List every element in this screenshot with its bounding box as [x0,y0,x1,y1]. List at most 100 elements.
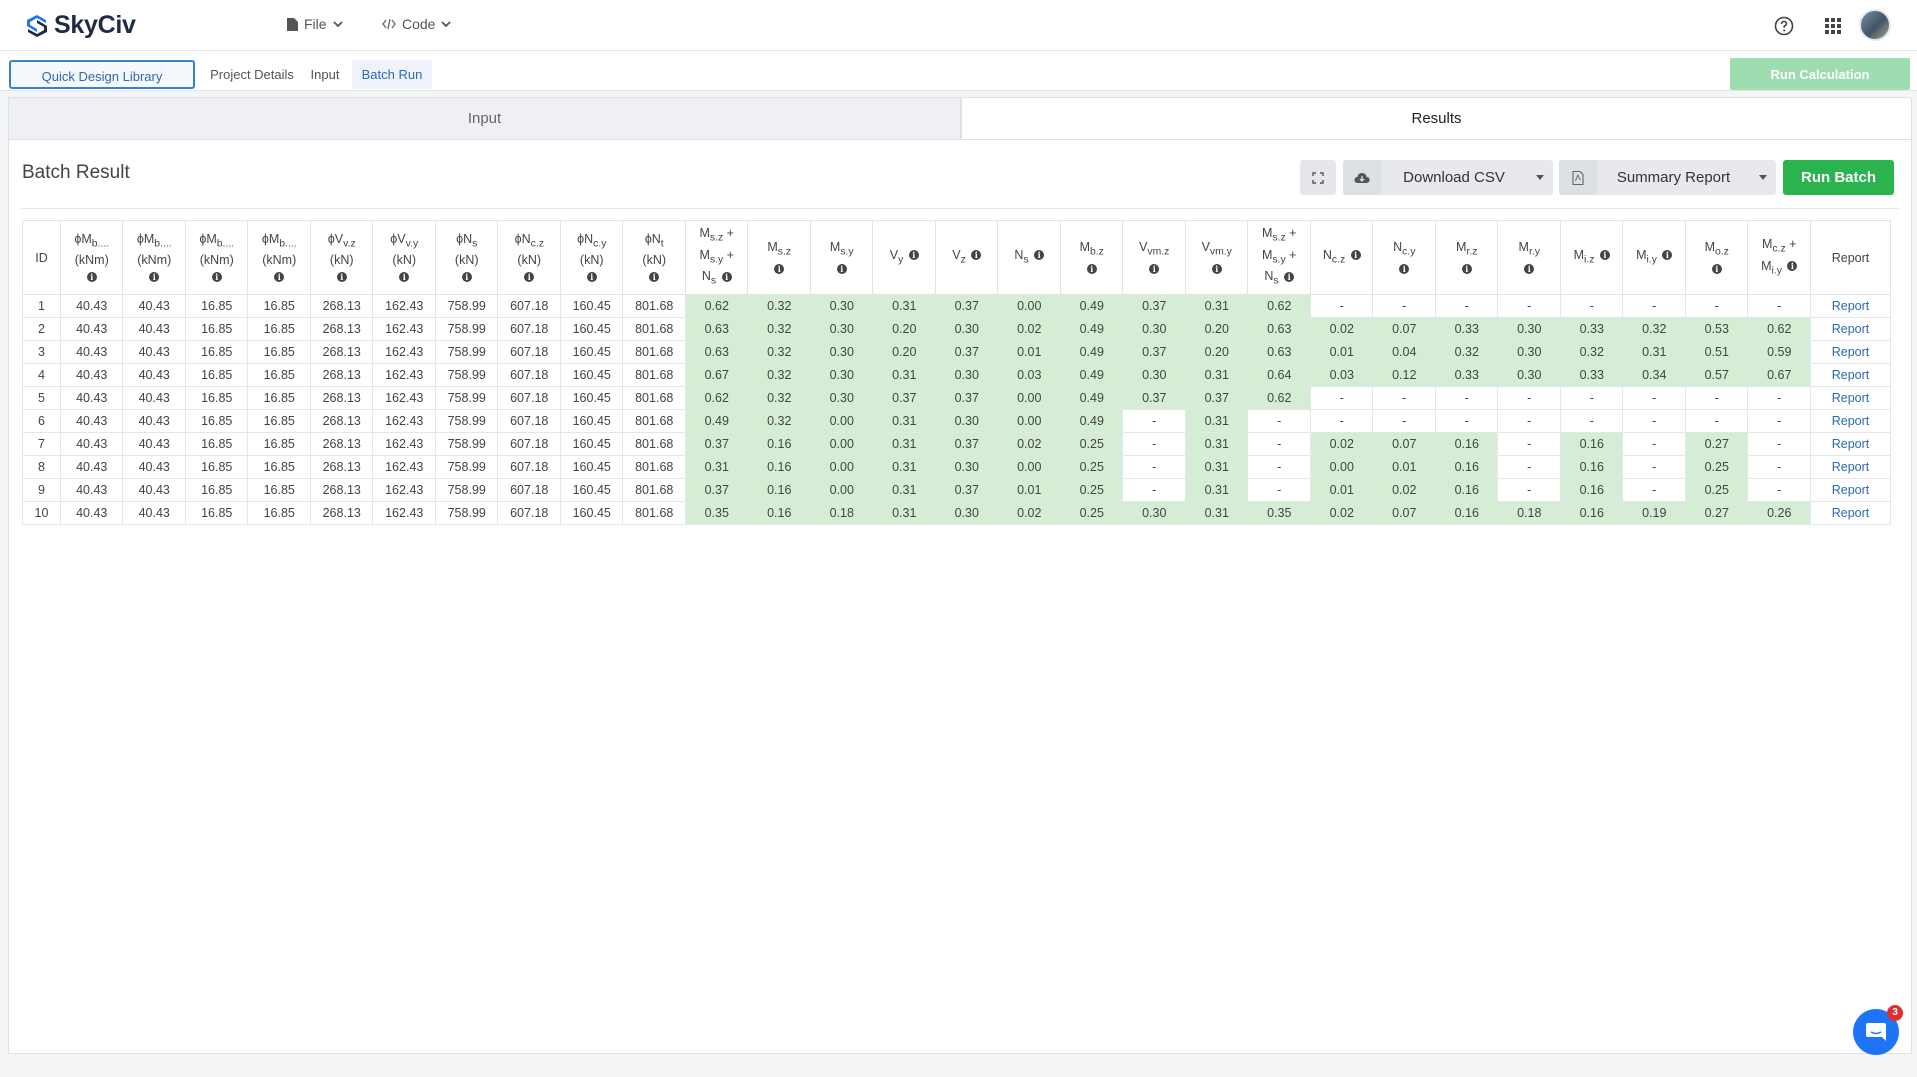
table-cell: 0.37 [1122,386,1186,410]
table-cell: - [1497,455,1561,479]
info-icon[interactable]: i [1350,250,1361,261]
report-link[interactable]: Report [1809,501,1892,525]
caret-down-icon[interactable] [1750,175,1776,180]
table-cell: - [1372,294,1436,318]
table-cell: 0.31 [872,363,936,387]
table-cell: 268.13 [309,455,374,479]
info-icon[interactable]: i [1711,263,1722,274]
report-link[interactable]: Report [1809,317,1892,341]
info-icon[interactable]: i [86,271,97,282]
table-cell: - [1622,409,1686,433]
column-header: Mi.z i [1559,220,1624,295]
grid-apps-icon[interactable] [1820,13,1846,39]
table-cell: 0.37 [934,432,999,456]
info-icon[interactable]: i [1461,263,1472,274]
info-icon[interactable]: i [1086,263,1097,274]
report-link[interactable]: Report [1809,409,1892,433]
table-cell: 0.30 [934,501,999,525]
report-link[interactable]: Report [1809,386,1892,410]
table-cell: - [1497,478,1561,502]
user-avatar[interactable] [1859,9,1891,41]
column-header: Nc.y i [1372,220,1436,295]
column-header: Mi.y i [1622,220,1686,295]
table-cell: 0.25 [1684,478,1749,502]
caret-down-icon[interactable] [1527,175,1553,180]
code-menu[interactable]: Code [382,16,452,32]
expand-button[interactable] [1300,160,1336,195]
table-cell: - [1747,386,1811,410]
info-icon[interactable]: i [1211,263,1222,274]
info-icon[interactable]: i [586,271,597,282]
table-cell: 0.07 [1372,432,1436,456]
info-icon[interactable]: i [649,271,660,282]
report-link[interactable]: Report [1809,340,1892,364]
tab-results-panel[interactable]: Results [961,97,1912,139]
info-icon[interactable]: i [1662,250,1673,261]
download-csv-button[interactable]: Download CSV [1343,160,1553,195]
help-circle-icon[interactable] [1771,13,1797,39]
table-cell: 0.32 [1559,340,1624,364]
table-cell: 0.30 [934,317,999,341]
info-icon[interactable]: i [1524,263,1535,274]
file-menu[interactable]: File [287,16,343,32]
report-link[interactable]: Report [1809,455,1892,479]
table-cell: 0.31 [1184,501,1249,525]
info-icon[interactable]: i [1149,263,1160,274]
info-icon[interactable]: i [336,271,347,282]
report-link[interactable]: Report [1809,363,1892,387]
table-cell: 0.31 [1184,478,1249,502]
tab-quick-design-library[interactable]: Quick Design Library [9,60,195,89]
info-icon[interactable]: i [721,271,732,282]
table-cell: 0.35 [684,501,749,525]
info-icon[interactable]: i [211,271,222,282]
table-cell: 268.13 [309,409,374,433]
table-cell: 160.45 [559,317,624,341]
run-calculation-button[interactable]: Run Calculation [1730,58,1910,90]
info-icon[interactable]: i [908,250,919,261]
report-link[interactable]: Report [1809,478,1892,502]
info-icon[interactable]: i [1787,261,1798,272]
column-header-label: ϕMb.... (kNm) [136,231,172,268]
table-cell: 0.01 [997,340,1061,364]
table-cell: 801.68 [622,501,686,525]
table-cell: 0.49 [1059,409,1124,433]
info-icon[interactable]: i [524,271,535,282]
tab-input-panel[interactable]: Input [8,97,961,139]
info-icon[interactable]: i [399,271,410,282]
info-icon[interactable]: i [461,271,472,282]
info-icon[interactable]: i [1284,271,1295,282]
table-cell: 268.13 [309,432,374,456]
column-header: Ms.y i [809,220,874,295]
table-cell: 607.18 [497,455,561,479]
table-cell: 162.43 [372,455,436,479]
info-icon[interactable]: i [274,271,285,282]
info-icon[interactable]: i [971,250,982,261]
report-link[interactable]: Report [1809,432,1892,456]
summary-report-button[interactable]: Summary Report [1559,160,1776,195]
table-cell: 0.07 [1372,317,1436,341]
info-icon[interactable]: i [836,263,847,274]
chat-launcher-button[interactable]: 3 [1853,1005,1903,1055]
column-header: Ms.z + Ms.y + Ns i [684,220,749,295]
skyciv-logo[interactable]: SkyCiv [26,11,136,40]
table-cell: 160.45 [559,432,624,456]
table-cell: - [1309,294,1374,318]
top-bar: SkyCiv File Code [0,0,1917,51]
info-icon[interactable]: i [1034,250,1045,261]
info-icon[interactable]: i [774,263,785,274]
report-link[interactable]: Report [1809,294,1892,318]
tab-input[interactable]: Input [304,60,346,89]
info-icon[interactable]: i [1599,250,1610,261]
tab-batch-run[interactable]: Batch Run [352,60,432,89]
table-cell: 16.85 [247,409,311,433]
info-icon[interactable]: i [149,271,160,282]
column-header-label: ϕVv.z (kN) [327,231,356,268]
table-cell: 40.43 [122,478,186,502]
column-header: Ns i [997,220,1061,295]
tab-project-details[interactable]: Project Details [204,60,300,89]
table-cell: 0.16 [747,455,811,479]
column-header-label: Ns [1014,247,1029,266]
run-batch-button[interactable]: Run Batch [1783,160,1894,195]
info-icon[interactable]: i [1399,263,1410,274]
table-cell: - [1122,432,1186,456]
